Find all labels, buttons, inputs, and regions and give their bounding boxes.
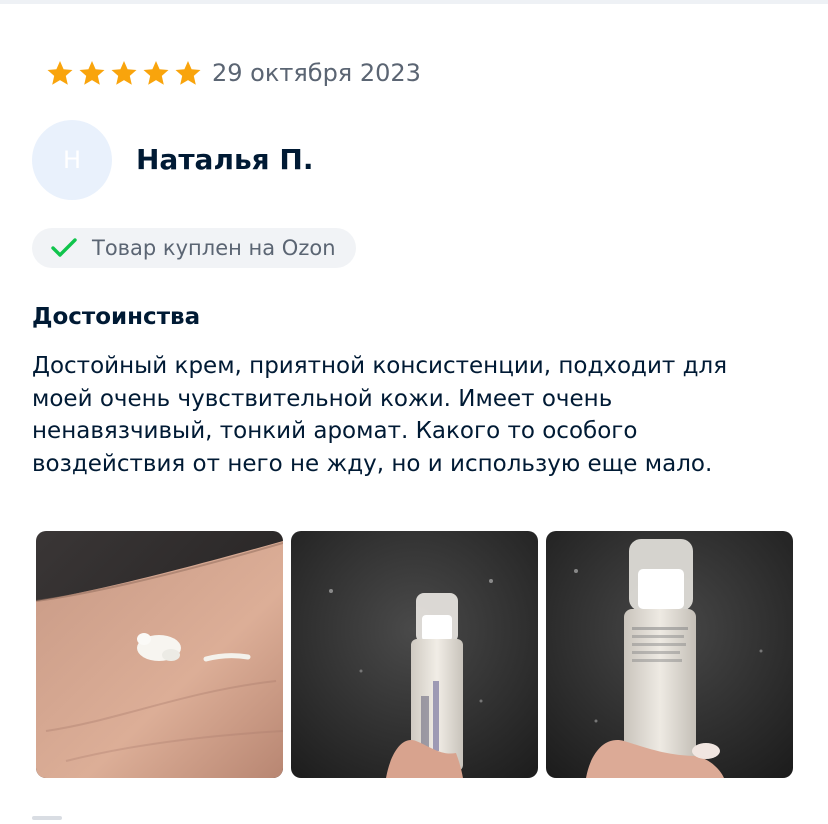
review-photo-hand-cream[interactable]: [36, 531, 283, 778]
star-icon: [111, 61, 137, 85]
author-name[interactable]: Наталья П.: [136, 143, 313, 177]
review-text-line: ненавязчивый, тонкий аромат. Какого то о…: [32, 418, 638, 444]
rating-stars: [44, 58, 204, 88]
avatar[interactable]: Н: [32, 120, 112, 200]
review-date: 29 октября 2023: [212, 59, 421, 87]
review-photo-gallery: [36, 531, 793, 778]
star-icon: [47, 61, 73, 85]
pros-heading: Достоинства: [32, 304, 201, 330]
avatar-letter: Н: [62, 146, 82, 174]
next-section-divider: [32, 816, 62, 820]
star-icon: [143, 61, 169, 85]
review-text-line: воздействия от него не жду, но и использ…: [32, 450, 713, 477]
star-icon: [79, 61, 105, 85]
verified-purchase-badge: Товар куплен на Ozon: [32, 228, 356, 268]
star-icon: [175, 61, 201, 85]
top-separator: [0, 0, 828, 4]
review-text: Достойный крем, приятной консистенции, п…: [32, 350, 792, 480]
review-photo-tube-back[interactable]: [546, 531, 793, 778]
review-photo-tube-front[interactable]: [291, 531, 538, 778]
verified-purchase-label: Товар куплен на Ozon: [92, 236, 336, 260]
review-text-line: моей очень чувствительной кожи. Имеет оч…: [32, 385, 613, 412]
checkmark-icon: [51, 238, 77, 257]
review-text-line: Достойный крем, приятной консистенции, п…: [32, 353, 728, 379]
